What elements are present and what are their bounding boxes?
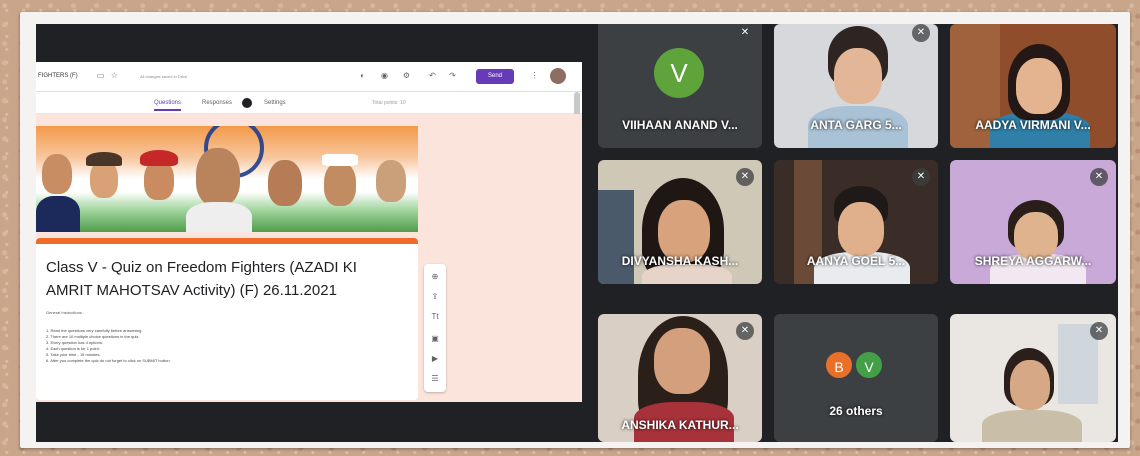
total-points: Total points: 10 (372, 100, 406, 106)
portrait-3-turban (140, 150, 178, 166)
account-avatar[interactable] (550, 68, 566, 84)
mic-off-icon: ✕ (736, 168, 754, 186)
participant-tile-viihaan[interactable]: V VIIHAAN ANAND V... ✕ (598, 24, 762, 148)
palette-icon[interactable]: ◐ (358, 71, 367, 80)
general-instructions-heading: General Instructions : (46, 310, 85, 315)
form-canvas: Class V - Quiz on Freedom Fighters (AZAD… (36, 114, 582, 402)
others-count-label: 26 others (829, 404, 883, 418)
participant-tile-divyansha[interactable]: DIVYANSHA KASH... ✕ (598, 160, 762, 284)
portrait-2-hat (86, 152, 122, 166)
portrait-1-suit (36, 196, 80, 232)
form-title[interactable]: Class V - Quiz on Freedom Fighters (AZAD… (46, 256, 396, 302)
participant-tile-unnamed[interactable]: ✕ (950, 314, 1116, 442)
send-button[interactable]: Send (476, 69, 514, 84)
form-toolbar: FIGHTERS (F) ▭ ☆ All changes saved in Dr… (36, 62, 582, 92)
form-header-card[interactable]: Class V - Quiz on Freedom Fighters (AZAD… (36, 238, 418, 400)
redo-icon[interactable]: ↷ (448, 71, 457, 80)
participant-name: ANTA GARG 5... (810, 118, 902, 132)
folder-icon[interactable]: ▭ (96, 71, 105, 80)
mic-off-icon: ✕ (1090, 168, 1108, 186)
participant-tile-aanya[interactable]: AANYA GOEL 5... ✕ (774, 160, 938, 284)
import-questions-icon[interactable]: ⇪ (430, 292, 440, 302)
portrait-6 (324, 162, 356, 206)
form-side-toolbar: ⊕ ⇪ Tt ▣ ▶ ☰ (424, 264, 446, 392)
portrait-7 (376, 160, 406, 202)
add-question-icon[interactable]: ⊕ (430, 272, 440, 282)
participant-name: VIIHAAN ANAND V... (622, 118, 738, 132)
add-section-icon[interactable]: ☰ (430, 374, 440, 384)
portrait-gandhi-shawl (186, 202, 252, 232)
portrait-6-cap (322, 154, 358, 166)
participant-tile-anta[interactable]: ANTA GARG 5... ✕ (774, 24, 938, 148)
participant-name: AADYA VIRMANI V... (975, 118, 1091, 132)
add-video-icon[interactable]: ▶ (430, 354, 440, 364)
participant-name: SHREYA AGGARW... (974, 254, 1092, 268)
saved-status: All changes saved in Drive (140, 74, 188, 79)
mic-off-icon: ✕ (1090, 322, 1108, 340)
tab-settings[interactable]: Settings (264, 100, 286, 106)
participant-tile-aadya[interactable]: AADYA VIRMANI V... (950, 24, 1116, 148)
meet-screen: FIGHTERS (F) ▭ ☆ All changes saved in Dr… (36, 24, 1118, 442)
form-tabs: Questions Responses Settings Total point… (36, 92, 582, 114)
avatar-b: B (824, 350, 854, 380)
participant-tile-shreya[interactable]: SHREYA AGGARW... ✕ (950, 160, 1116, 284)
preview-eye-icon[interactable]: ◉ (380, 71, 389, 80)
instructions-list: 1. Read the questions very carefully bef… (46, 328, 386, 364)
participant-name: AANYA GOEL 5... (806, 254, 906, 268)
portrait-5 (268, 160, 302, 206)
star-icon[interactable]: ☆ (110, 71, 119, 80)
more-menu-icon[interactable]: ⋮ (530, 71, 539, 80)
form-doc-name[interactable]: FIGHTERS (F) (38, 73, 78, 79)
participant-tile-anshika[interactable]: ANSHIKA KATHUR... ✕ (598, 314, 762, 442)
background-object (598, 190, 634, 284)
presented-form-window: FIGHTERS (F) ▭ ☆ All changes saved in Dr… (36, 62, 582, 402)
responses-count-badge (242, 98, 252, 108)
portrait-gandhi (196, 148, 240, 206)
mic-off-icon: ✕ (736, 24, 754, 42)
portrait-3 (144, 160, 174, 200)
avatar-v: V (854, 350, 884, 380)
undo-icon[interactable]: ↶ (428, 71, 437, 80)
add-title-icon[interactable]: Tt (430, 312, 440, 322)
mic-off-icon: ✕ (736, 322, 754, 340)
tab-questions[interactable]: Questions (154, 100, 182, 111)
portrait-1 (42, 154, 72, 194)
settings-gear-icon[interactable]: ⚙ (402, 71, 411, 80)
instruction-item: 6. After you complete the quiz do not fo… (46, 358, 171, 363)
mic-off-icon: ✕ (912, 168, 930, 186)
mic-off-icon: ✕ (912, 24, 930, 42)
freedom-fighters-banner-image (36, 126, 418, 232)
add-image-icon[interactable]: ▣ (430, 334, 440, 344)
participant-name: DIVYANSHA KASH... (621, 254, 739, 268)
participant-name: ANSHIKA KATHUR... (621, 418, 739, 432)
participant-tile-others[interactable]: B V 26 others (774, 314, 938, 442)
tab-responses[interactable]: Responses (202, 100, 232, 106)
avatar: V (654, 48, 704, 98)
